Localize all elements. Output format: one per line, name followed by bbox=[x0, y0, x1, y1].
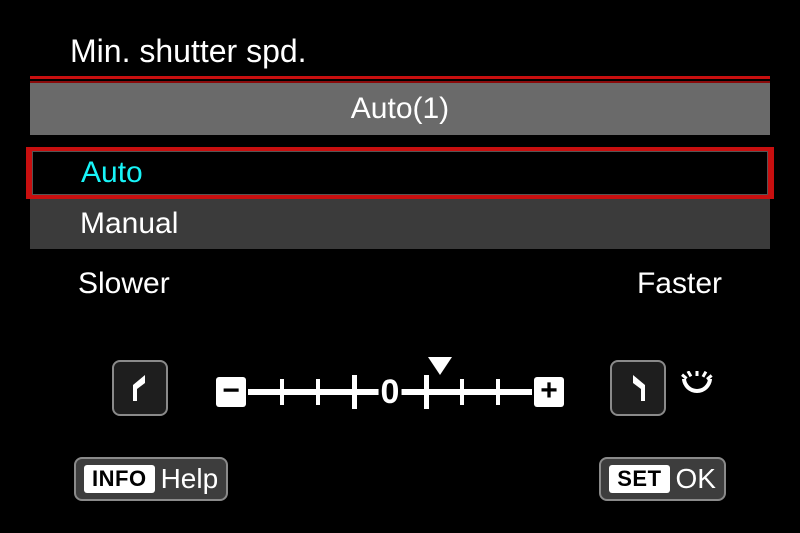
scale-marker-icon bbox=[428, 357, 452, 375]
scale-tick bbox=[460, 379, 464, 405]
option-manual-label: Manual bbox=[80, 207, 178, 241]
info-tag: INFO bbox=[84, 465, 155, 493]
scale-tick bbox=[316, 379, 320, 405]
dial-icon bbox=[680, 371, 714, 400]
minus-icon: − bbox=[216, 377, 246, 407]
option-manual[interactable]: Manual bbox=[30, 199, 770, 249]
page-title: Min. shutter spd. bbox=[30, 23, 770, 76]
scale-label-faster: Faster bbox=[637, 267, 722, 301]
info-button[interactable]: INFO Help bbox=[74, 457, 228, 501]
set-tag: SET bbox=[609, 465, 669, 493]
scale-tick bbox=[496, 379, 500, 405]
current-value: Auto(1) bbox=[351, 92, 449, 126]
info-label: Help bbox=[161, 463, 219, 495]
option-auto-label: Auto bbox=[81, 156, 143, 190]
scale-tick bbox=[424, 375, 429, 409]
scale-label-slower: Slower bbox=[78, 267, 170, 301]
scale-tick bbox=[280, 379, 284, 405]
nav-right-button[interactable] bbox=[610, 360, 666, 416]
scale-tick bbox=[352, 375, 357, 409]
scale-center-label: 0 bbox=[379, 373, 402, 412]
option-auto[interactable]: Auto bbox=[26, 147, 774, 199]
plus-icon: + bbox=[534, 377, 564, 407]
set-label: OK bbox=[676, 463, 716, 495]
divider-red bbox=[30, 76, 770, 79]
current-value-bar: Auto(1) bbox=[30, 83, 770, 135]
set-button[interactable]: SET OK bbox=[599, 457, 726, 501]
return-arrow-down-icon bbox=[625, 373, 651, 403]
return-arrow-up-icon bbox=[127, 373, 153, 403]
nav-left-button[interactable] bbox=[112, 360, 168, 416]
